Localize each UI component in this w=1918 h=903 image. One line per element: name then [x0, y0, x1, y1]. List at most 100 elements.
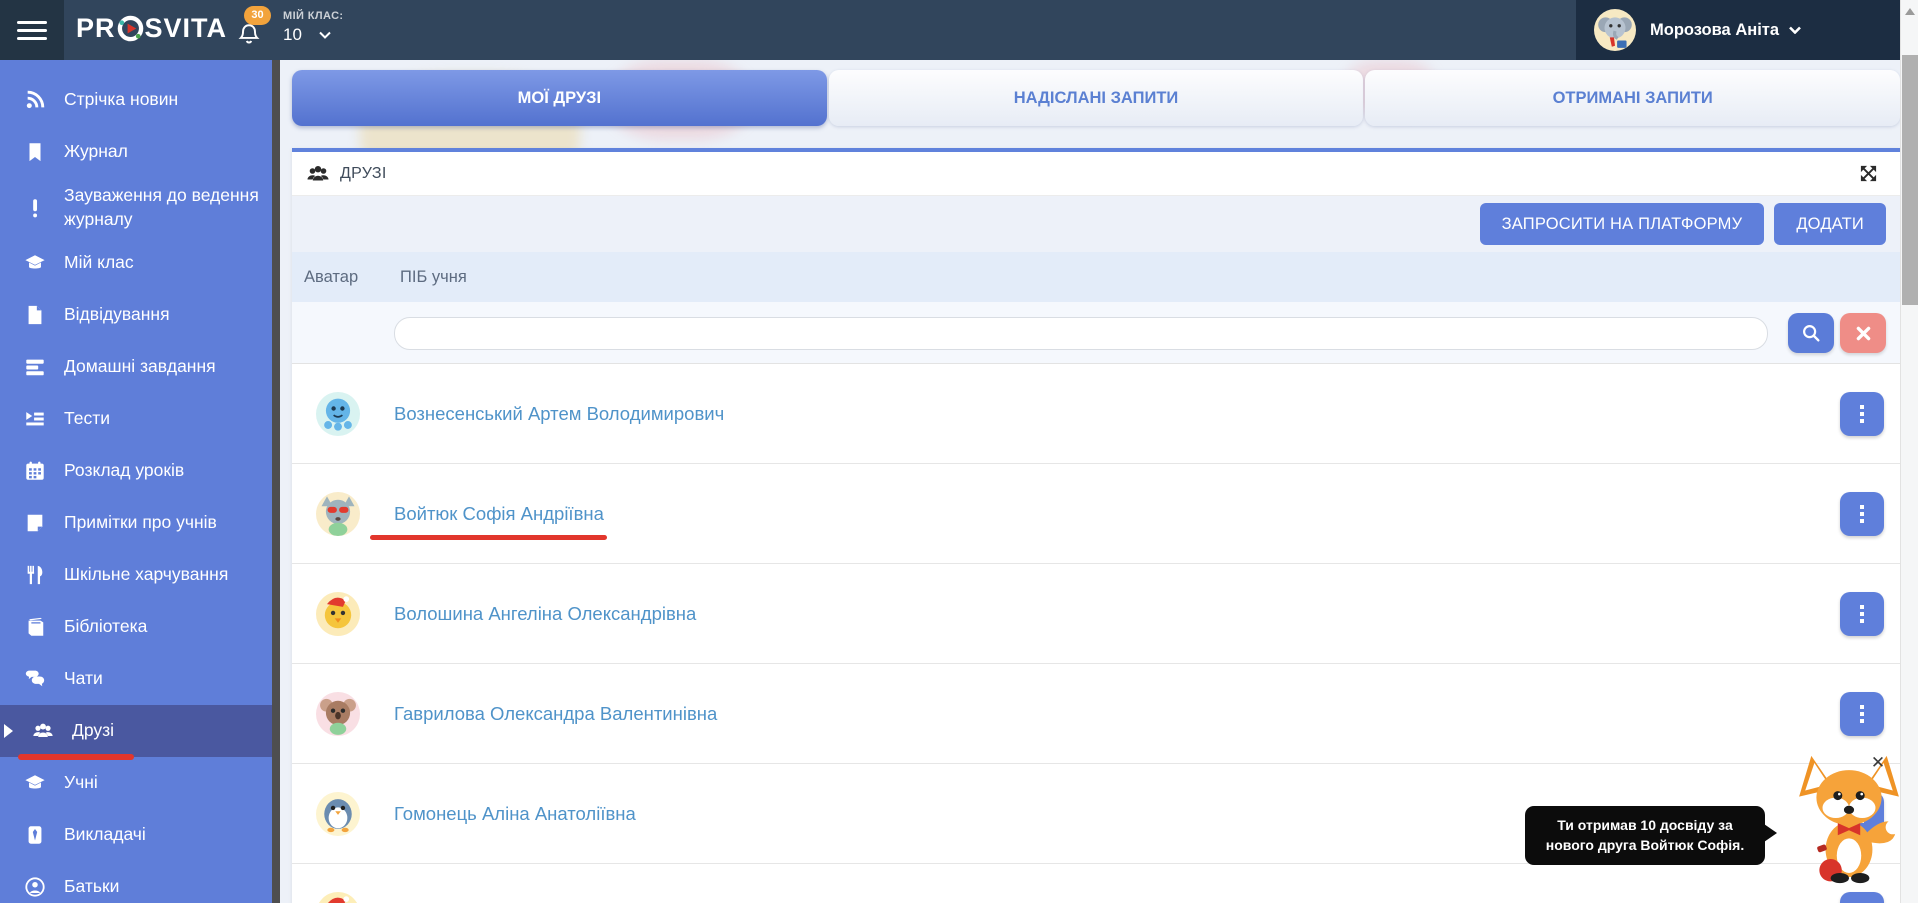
sidebar-item-parents[interactable]: Батьки — [0, 861, 272, 903]
table-row: Войтюк Софія Андріївна — [292, 464, 1900, 564]
chevron-down-icon — [319, 31, 331, 39]
scrollbar-thumb[interactable] — [1902, 55, 1918, 305]
sidebar-item-label: Домашні завдання — [64, 355, 216, 379]
sidebar-item-library[interactable]: Бібліотека — [0, 601, 272, 653]
scrollbar[interactable] — [1900, 0, 1918, 903]
user-avatar — [1594, 9, 1636, 51]
search-button[interactable] — [1788, 313, 1834, 353]
sidebar-item-label: Журнал — [64, 140, 128, 164]
panel-header: ДРУЗІ — [292, 152, 1900, 196]
logo-text-left: PR — [76, 13, 116, 44]
table-header-row: Аватар ПІБ учня — [292, 252, 1900, 302]
clear-search-button[interactable] — [1840, 313, 1886, 353]
sidebar-item-label: Тести — [64, 407, 110, 431]
page-icon — [22, 303, 48, 327]
expand-icon[interactable] — [1858, 164, 1878, 184]
sidebar-item-journal[interactable]: Журнал — [0, 126, 272, 178]
sidebar-item-label: Батьки — [64, 875, 119, 899]
rss-icon — [22, 88, 48, 112]
note-icon — [22, 511, 48, 535]
sidebar-item-label: Викладачі — [64, 823, 146, 847]
sidebar-item-label: Чати — [64, 667, 103, 691]
penguin-avatar — [316, 792, 360, 836]
user-name: Морозова Аніта — [1650, 21, 1779, 40]
row-menu-button[interactable] — [1840, 892, 1884, 903]
notifications-badge: 30 — [244, 6, 271, 25]
close-icon — [1855, 325, 1872, 342]
annotation-underline — [370, 535, 607, 540]
add-friend-button[interactable]: ДОДАТИ — [1774, 203, 1886, 245]
sidebar-item-label: Шкільне харчування — [64, 563, 228, 587]
friend-name-link[interactable]: Войтюк Софія Андріївна — [394, 503, 604, 525]
logo-text-right: SVITA — [145, 13, 228, 44]
cutlery-icon — [22, 563, 48, 587]
table-row — [292, 864, 1900, 903]
sidebar-item-label: Відвідування — [64, 303, 170, 327]
bell-icon — [236, 22, 262, 48]
sidebar-item-chats[interactable]: Чати — [0, 653, 272, 705]
list-lines-icon — [22, 355, 48, 379]
notifications-bell-button[interactable]: 30 — [236, 14, 276, 54]
chick-avatar — [316, 892, 360, 903]
tie-icon — [22, 823, 48, 847]
sidebar-item-label: Зауваження до ведення журналу — [64, 184, 262, 231]
sidebar-item-label: Учні — [64, 771, 98, 795]
search-row — [292, 302, 1900, 364]
sidebar-item-schedule[interactable]: Розклад уроків — [0, 445, 272, 497]
hamburger-menu-button[interactable] — [0, 0, 64, 60]
graduation-cap-icon — [22, 771, 48, 795]
sidebar-item-homework[interactable]: Домашні завдання — [0, 341, 272, 393]
tab-received-requests[interactable]: ОТРИМАНІ ЗАПИТИ — [1365, 70, 1900, 126]
logo-play-icon — [117, 15, 144, 42]
bookmark-icon — [22, 140, 48, 164]
tab-sent-requests[interactable]: НАДІСЛАНІ ЗАПИТИ — [829, 70, 1364, 126]
logo: PR SVITA — [76, 13, 227, 44]
panel-toolbar: ЗАПРОСИТИ НА ПЛАТФОРМУ ДОДАТИ — [292, 196, 1900, 252]
sidebar-item-students[interactable]: Учні — [0, 757, 272, 809]
sidebar-divider — [272, 60, 280, 903]
sidebar-item-friends[interactable]: Друзі — [0, 705, 272, 757]
scrollbar-up-arrow[interactable] — [1905, 8, 1915, 15]
row-menu-button[interactable] — [1840, 592, 1884, 636]
row-menu-button[interactable] — [1840, 492, 1884, 536]
table-row: Вознесенський Артем Володимирович — [292, 364, 1900, 464]
sidebar-item-my-class[interactable]: Мій клас — [0, 237, 272, 289]
sidebar-item-label: Мій клас — [64, 251, 134, 275]
chat-bubbles-icon — [22, 667, 48, 691]
sidebar-item-tests[interactable]: Тести — [0, 393, 272, 445]
sidebar-item-school-meals[interactable]: Шкільне харчування — [0, 549, 272, 601]
friend-name-link[interactable]: Вознесенський Артем Володимирович — [394, 403, 724, 425]
friend-name-link[interactable]: Гаврилова Олександра Валентинівна — [394, 703, 717, 725]
sidebar-item-attendance[interactable]: Відвідування — [0, 289, 272, 341]
sidebar-item-label: Примітки про учнів — [64, 511, 217, 535]
sidebar-item-label: Друзі — [72, 719, 114, 743]
friend-name-link[interactable]: Гомонець Аліна Анатоліївна — [394, 803, 636, 825]
sidebar-item-label: Бібліотека — [64, 615, 147, 639]
mascot-close-icon[interactable]: ✕ — [1868, 753, 1888, 773]
panel-title: ДРУЗІ — [340, 165, 387, 183]
octopus-avatar — [316, 392, 360, 436]
row-menu-button[interactable] — [1840, 392, 1884, 436]
column-name: ПІБ учня — [400, 268, 467, 287]
search-input[interactable] — [394, 317, 1768, 350]
tabs: МОЇ ДРУЗІНАДІСЛАНІ ЗАПИТИОТРИМАНІ ЗАПИТИ — [292, 70, 1900, 126]
sidebar-item-news-feed[interactable]: Стрічка новин — [0, 74, 272, 126]
sidebar-item-student-notes[interactable]: Примітки про учнів — [0, 497, 272, 549]
friend-name-link[interactable]: Волошина Ангеліна Олександрівна — [394, 603, 696, 625]
tests-icon — [22, 407, 48, 431]
friends-panel: ДРУЗІ ЗАПРОСИТИ НА ПЛАТФОРМУ ДОДАТИ Ават… — [292, 148, 1900, 903]
class-label: МІЙ КЛАС: — [283, 10, 344, 22]
tab-my-friends[interactable]: МОЇ ДРУЗІ — [292, 70, 827, 126]
book-icon — [22, 615, 48, 639]
user-menu[interactable]: Морозова Аніта — [1576, 0, 1900, 60]
sidebar-item-label: Розклад уроків — [64, 459, 184, 483]
class-selector[interactable]: МІЙ КЛАС: 10 — [283, 10, 344, 45]
koala-avatar — [316, 692, 360, 736]
column-avatar: Аватар — [304, 268, 400, 287]
sidebar-item-journal-remarks[interactable]: Зауваження до ведення журналу — [0, 178, 272, 237]
search-icon — [1800, 322, 1822, 344]
row-menu-button[interactable] — [1840, 692, 1884, 736]
chevron-down-icon — [1789, 26, 1801, 34]
invite-to-platform-button[interactable]: ЗАПРОСИТИ НА ПЛАТФОРМУ — [1480, 203, 1765, 245]
sidebar-item-teachers[interactable]: Викладачі — [0, 809, 272, 861]
